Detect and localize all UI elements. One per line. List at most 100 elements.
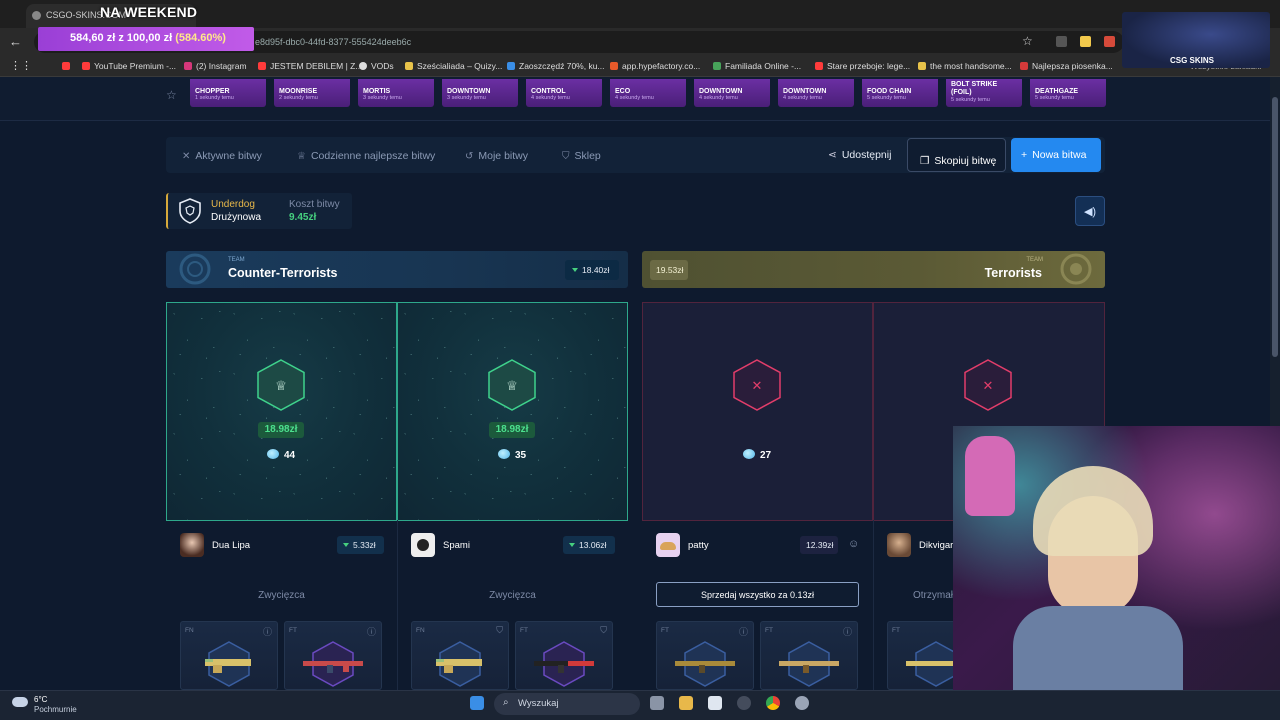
emoji-icon[interactable]: ☺	[848, 538, 859, 550]
chrome-icon[interactable]	[766, 696, 780, 710]
avatar[interactable]	[887, 533, 911, 557]
bookmark-item[interactable]: JESTEM DEBILEM | Z...	[258, 61, 362, 71]
player-name[interactable]: Dikvigar	[919, 540, 953, 551]
shield-icon[interactable]: ⛉	[496, 625, 503, 636]
nav-daily-best[interactable]: ♕ Codzienne najlepsze bitwy	[297, 150, 435, 162]
plus-icon: +	[1021, 149, 1028, 161]
battle-team-mode: Drużynowa	[211, 212, 262, 223]
drop-card[interactable]: CHOPPER 1 sekundy temu	[190, 79, 266, 107]
sell-all-button[interactable]: Sprzedaj wszystko za 0.13zł	[656, 582, 859, 607]
drop-card[interactable]: ECO 4 sekundy temu	[610, 79, 686, 107]
item-card[interactable]: FT ⓘ	[656, 621, 754, 690]
drop-card[interactable]: CONTROL 4 sekundy temu	[526, 79, 602, 107]
team-value: 18.40zł	[565, 260, 619, 280]
item-card[interactable]: FT ⓘ	[284, 621, 382, 690]
share-button[interactable]: ⋖ Udostępnij	[828, 149, 891, 161]
store-icon[interactable]	[708, 696, 722, 710]
windows-start-icon[interactable]	[470, 696, 484, 710]
familiada-icon	[713, 62, 721, 70]
drop-card[interactable]: DOWNTOWN 4 sekundy temu	[778, 79, 854, 107]
bookmark-label: (2) Instagram	[196, 61, 247, 71]
url-text[interactable]: e8d95f-dbc0-44fd-8377-555424deeb6c	[255, 37, 411, 47]
task-view-icon[interactable]	[650, 696, 664, 710]
rifle-skin-icon	[675, 661, 735, 673]
drop-card[interactable]: DEATHGAZE 5 sekundy temu	[1030, 79, 1106, 107]
drop-card[interactable]: MORTIS 3 sekundy temu	[358, 79, 434, 107]
bookmark-u-icon	[1020, 62, 1028, 70]
drop-card[interactable]: MOONRISE 2 sekundy temu	[274, 79, 350, 107]
extension-icon[interactable]	[1104, 36, 1115, 47]
bookmark-item[interactable]: Sześcialiada – Quizy...	[405, 61, 502, 71]
bookmark-item[interactable]: Najlepsza piosenka...	[1020, 61, 1113, 71]
nav-shop[interactable]: ⛉ Sklep	[562, 150, 601, 162]
new-battle-button[interactable]: + Nowa bitwa	[1011, 138, 1101, 172]
extension-icon[interactable]	[1080, 36, 1091, 47]
bookmark-item[interactable]: Familiada Online -...	[713, 61, 801, 71]
nav-label: Moje bitwy	[478, 150, 528, 162]
drop-card[interactable]: DOWNTOWN 4 sekundy temu	[694, 79, 770, 107]
drop-card[interactable]: FOOD CHAIN 5 sekundy temu	[862, 79, 938, 107]
scrollbar-thumb[interactable]	[1272, 97, 1278, 357]
item-card[interactable]: FN ⓘ	[180, 621, 278, 690]
gem-icon	[267, 449, 279, 459]
weather-description[interactable]: Pochmurnie	[34, 705, 77, 714]
nav-active-battles[interactable]: ✕ Aktywne bitwy	[182, 150, 262, 162]
app-icon[interactable]	[737, 696, 751, 710]
extension-icon[interactable]	[1056, 36, 1067, 47]
file-explorer-icon[interactable]	[679, 696, 693, 710]
drop-time: 3 sekundy temu	[447, 95, 486, 101]
bookmark-item[interactable]: Stare przeboje: lege...	[815, 61, 910, 71]
bookmark-item[interactable]: VODs	[359, 61, 394, 71]
back-arrow-icon[interactable]: ←	[9, 34, 22, 49]
team-name: Terrorists	[984, 266, 1042, 280]
player-name[interactable]: Spami	[443, 540, 470, 551]
apps-grid-icon[interactable]: ⋮⋮	[10, 59, 32, 72]
settings-gear-icon[interactable]	[795, 696, 809, 710]
instagram-icon	[184, 62, 192, 70]
taskbar-search[interactable]: ⌕ Wyszukaj	[494, 693, 640, 715]
item-card[interactable]: FT ⛉	[515, 621, 613, 690]
player-panel-loser	[642, 302, 873, 521]
item-quality: FT	[661, 627, 669, 634]
bookmark-item[interactable]: app.hypefactory.co...	[610, 61, 700, 71]
player-panel-winner	[166, 302, 397, 521]
player-name[interactable]: patty	[688, 540, 709, 551]
drop-card[interactable]: DOWNTOWN 3 sekundy temu	[442, 79, 518, 107]
avatar[interactable]	[180, 533, 204, 557]
shield-icon[interactable]: ⛉	[600, 625, 607, 636]
favorite-star-icon[interactable]: ☆	[166, 88, 177, 102]
hypefactory-icon	[610, 62, 618, 70]
bookmark-item[interactable]: the most handsome...	[918, 61, 1012, 71]
nav-my-battles[interactable]: ↺ Moje bitwy	[465, 150, 528, 162]
item-card[interactable]: FT ⓘ	[760, 621, 858, 690]
bookmark-item[interactable]: YouTube Premium -...	[82, 61, 176, 71]
bookmark-item[interactable]	[62, 61, 74, 71]
info-icon[interactable]: ⓘ	[263, 625, 272, 638]
drop-time: 2 sekundy temu	[279, 95, 318, 101]
item-card[interactable]: FN ⛉	[411, 621, 509, 690]
player-value: 13.06zł	[563, 536, 615, 554]
bookmark-item[interactable]: (2) Instagram	[184, 61, 247, 71]
info-icon[interactable]: ⓘ	[843, 625, 852, 638]
player-value: 12.39zł	[800, 536, 838, 554]
drop-name: BOLT STRIKE (FOIL)	[951, 81, 998, 96]
nav-label: Codzienne najlepsze bitwy	[310, 150, 436, 162]
gem-count: 35	[498, 449, 526, 461]
share-icon: ⋖	[828, 149, 837, 161]
sound-toggle-button[interactable]: ◀)	[1075, 196, 1105, 226]
avatar[interactable]	[411, 533, 435, 557]
avatar[interactable]	[656, 533, 680, 557]
svg-text:♕: ♕	[275, 379, 287, 394]
bookmark-label: Stare przeboje: lege...	[827, 61, 911, 71]
winner-label: Zwycięzca	[258, 590, 305, 601]
weather-temperature[interactable]: 6°C	[34, 695, 47, 704]
drop-name: DOWNTOWN	[447, 88, 491, 95]
drop-card[interactable]: BOLT STRIKE (FOIL) 5 sekundy temu	[946, 79, 1022, 107]
info-icon[interactable]: ⓘ	[367, 625, 376, 638]
bookmark-item[interactable]: Zaoszczędź 70%, ku...	[507, 61, 605, 71]
item-quality: FT	[289, 627, 297, 634]
player-name[interactable]: Dua Lipa	[212, 540, 250, 551]
info-icon[interactable]: ⓘ	[739, 625, 748, 638]
copy-battle-button[interactable]: ❐ Skopiuj bitwę	[907, 138, 1006, 172]
bookmark-star-icon[interactable]: ☆	[1022, 34, 1033, 48]
